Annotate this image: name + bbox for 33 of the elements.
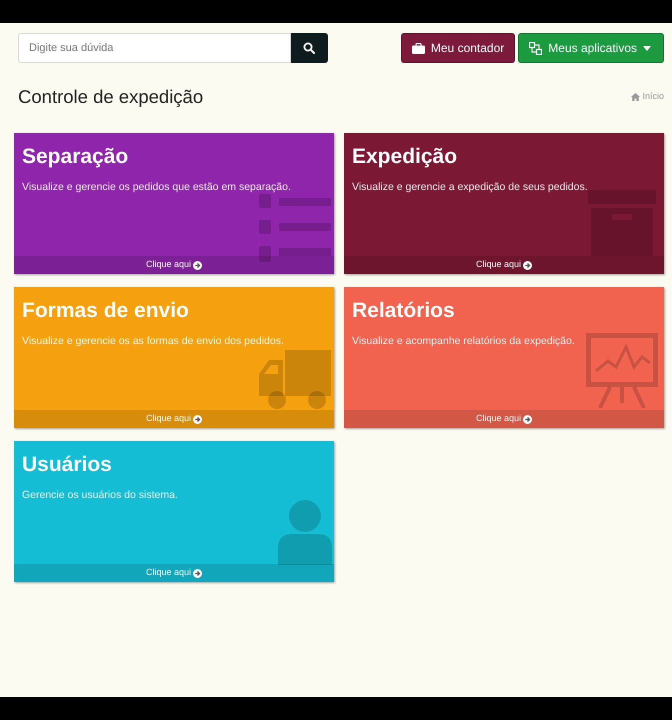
card-description: Visualize e gerencie a expedição de seus pedidos. [352, 180, 589, 194]
presentation-chart-icon [586, 333, 658, 408]
arrow-circle-icon [523, 414, 532, 424]
search-field[interactable]: Digite sua dúvida [18, 33, 291, 63]
card-footer-link[interactable]: Clique aqui [344, 256, 664, 274]
arrow-circle-icon [193, 568, 202, 578]
card-title: Separação [22, 144, 130, 170]
apps-dropdown-button[interactable]: Meus aplicativos [518, 33, 664, 63]
search-button[interactable] [290, 33, 328, 63]
card-description: Visualize e gerencie os pedidos que estão em separação. [22, 180, 292, 194]
user-icon [278, 500, 332, 565]
truck-icon [259, 350, 331, 410]
caret-icon [643, 46, 651, 50]
arrow-circle-icon [193, 414, 202, 424]
account-button[interactable]: Meu contador [400, 33, 516, 63]
card-footer-link[interactable]: Clique aqui [14, 410, 334, 428]
card-footer-link[interactable]: Clique aqui [344, 410, 664, 428]
card-description: Visualize e gerencie os as formas de envio dos pedidos. [22, 334, 285, 348]
linked-squares-icon [529, 42, 542, 54]
breadcrumb-link[interactable]: Início [631, 90, 664, 104]
card-title: Usuários [22, 452, 113, 478]
card-title: Relatórios [352, 298, 456, 324]
card-description: Visualize e acompanhe relatórios da expedição. [352, 334, 576, 348]
arrow-circle-icon [523, 260, 532, 270]
home-icon [631, 93, 640, 101]
card-footer-link[interactable]: Clique aqui [14, 256, 334, 274]
arrow-circle-icon [193, 260, 202, 270]
page-title: Controle de expedição [18, 85, 204, 109]
card-description: Gerencie os usuários do sistema. [22, 488, 179, 502]
briefcase-icon [412, 42, 425, 54]
card-title: Formas de envio [22, 298, 190, 324]
card-title: Expedição [352, 144, 458, 170]
search-icon [303, 42, 315, 54]
